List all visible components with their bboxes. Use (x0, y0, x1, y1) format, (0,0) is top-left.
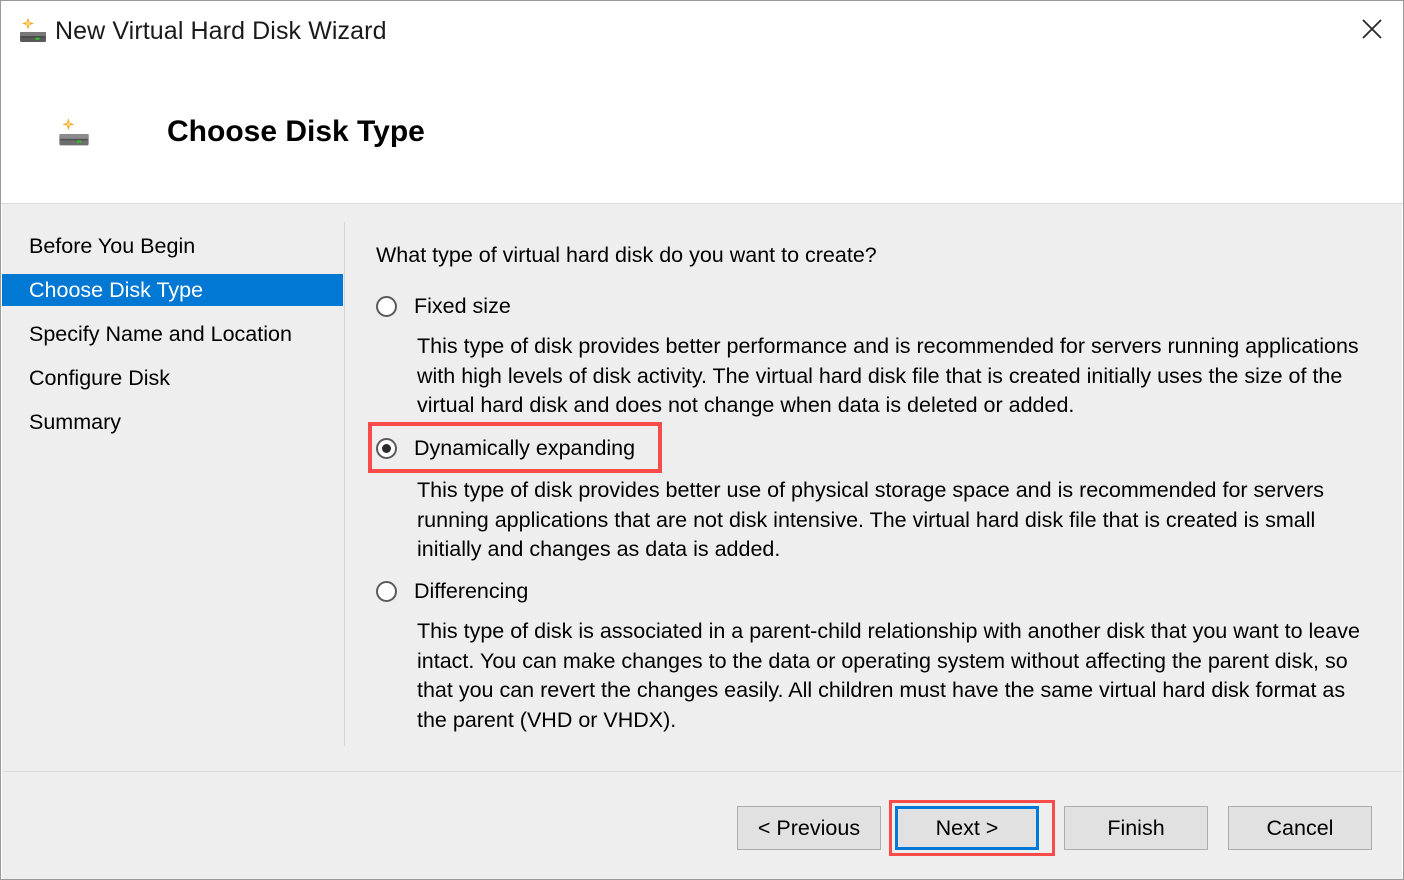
option-dynamically-expanding: Dynamically expanding This type of disk … (368, 422, 1376, 561)
window-title: New Virtual Hard Disk Wizard (55, 17, 387, 45)
dialog-body: Before You Begin Choose Disk Type Specif… (2, 204, 1402, 771)
title-bar: New Virtual Hard Disk Wizard (1, 1, 1403, 62)
sidebar-divider (344, 222, 345, 746)
previous-button-label: < Previous (757, 815, 861, 840)
cancel-button-label: Cancel (1266, 815, 1334, 840)
option-fixed-size-row[interactable]: Fixed size (376, 292, 1376, 320)
option-dynamically-expanding-description: This type of disk provides better use of… (417, 478, 1325, 561)
sidebar-item-specify-name-and-location[interactable]: Specify Name and Location (2, 318, 343, 350)
radio-differencing[interactable] (376, 580, 397, 602)
radio-fixed-size[interactable] (376, 295, 397, 317)
radio-dynamically-expanding[interactable] (376, 437, 397, 459)
option-differencing-label: Differencing (414, 578, 529, 603)
virtual-hard-disk-icon (56, 115, 92, 151)
page-title: Choose Disk Type (167, 115, 425, 148)
option-dynamically-expanding-row[interactable]: Dynamically expanding (368, 422, 1376, 473)
wizard-dialog: New Virtual Hard Disk Wizard Choose Disk… (0, 0, 1404, 880)
virtual-hard-disk-icon (17, 15, 49, 47)
option-differencing: Differencing This type of disk is associ… (376, 577, 1376, 732)
sidebar-item-label: Before You Begin (29, 233, 196, 258)
question-label: What type of virtual hard disk do you wa… (376, 243, 877, 267)
next-button[interactable]: Next > (895, 806, 1039, 850)
option-fixed-size-description: This type of disk provides better perfor… (417, 334, 1359, 417)
finish-button[interactable]: Finish (1064, 806, 1208, 850)
sidebar-item-before-you-begin[interactable]: Before You Begin (2, 230, 343, 262)
option-dynamically-expanding-label: Dynamically expanding (414, 435, 636, 460)
wizard-steps-nav: Before You Begin Choose Disk Type Specif… (2, 204, 343, 771)
option-fixed-size: Fixed size This type of disk provides be… (376, 292, 1376, 417)
option-differencing-description: This type of disk is associated in a par… (417, 619, 1360, 732)
dialog-footer: < Previous Next > Finish Cancel (2, 772, 1402, 879)
previous-button[interactable]: < Previous (737, 806, 881, 850)
sidebar-item-configure-disk[interactable]: Configure Disk (2, 362, 343, 394)
option-differencing-row[interactable]: Differencing (376, 577, 1376, 605)
sidebar-item-label: Configure Disk (29, 365, 170, 390)
sidebar-item-label: Choose Disk Type (29, 277, 204, 302)
page-header: Choose Disk Type (2, 62, 1402, 203)
sidebar-item-choose-disk-type[interactable]: Choose Disk Type (2, 274, 343, 306)
sidebar-item-label: Specify Name and Location (29, 321, 292, 346)
option-fixed-size-label: Fixed size (414, 293, 511, 318)
cancel-button[interactable]: Cancel (1228, 806, 1372, 850)
finish-button-label: Finish (1107, 815, 1165, 840)
next-button-label: Next > (935, 815, 999, 840)
close-icon[interactable] (1343, 3, 1401, 55)
sidebar-item-summary[interactable]: Summary (2, 406, 343, 438)
sidebar-item-label: Summary (29, 409, 121, 434)
